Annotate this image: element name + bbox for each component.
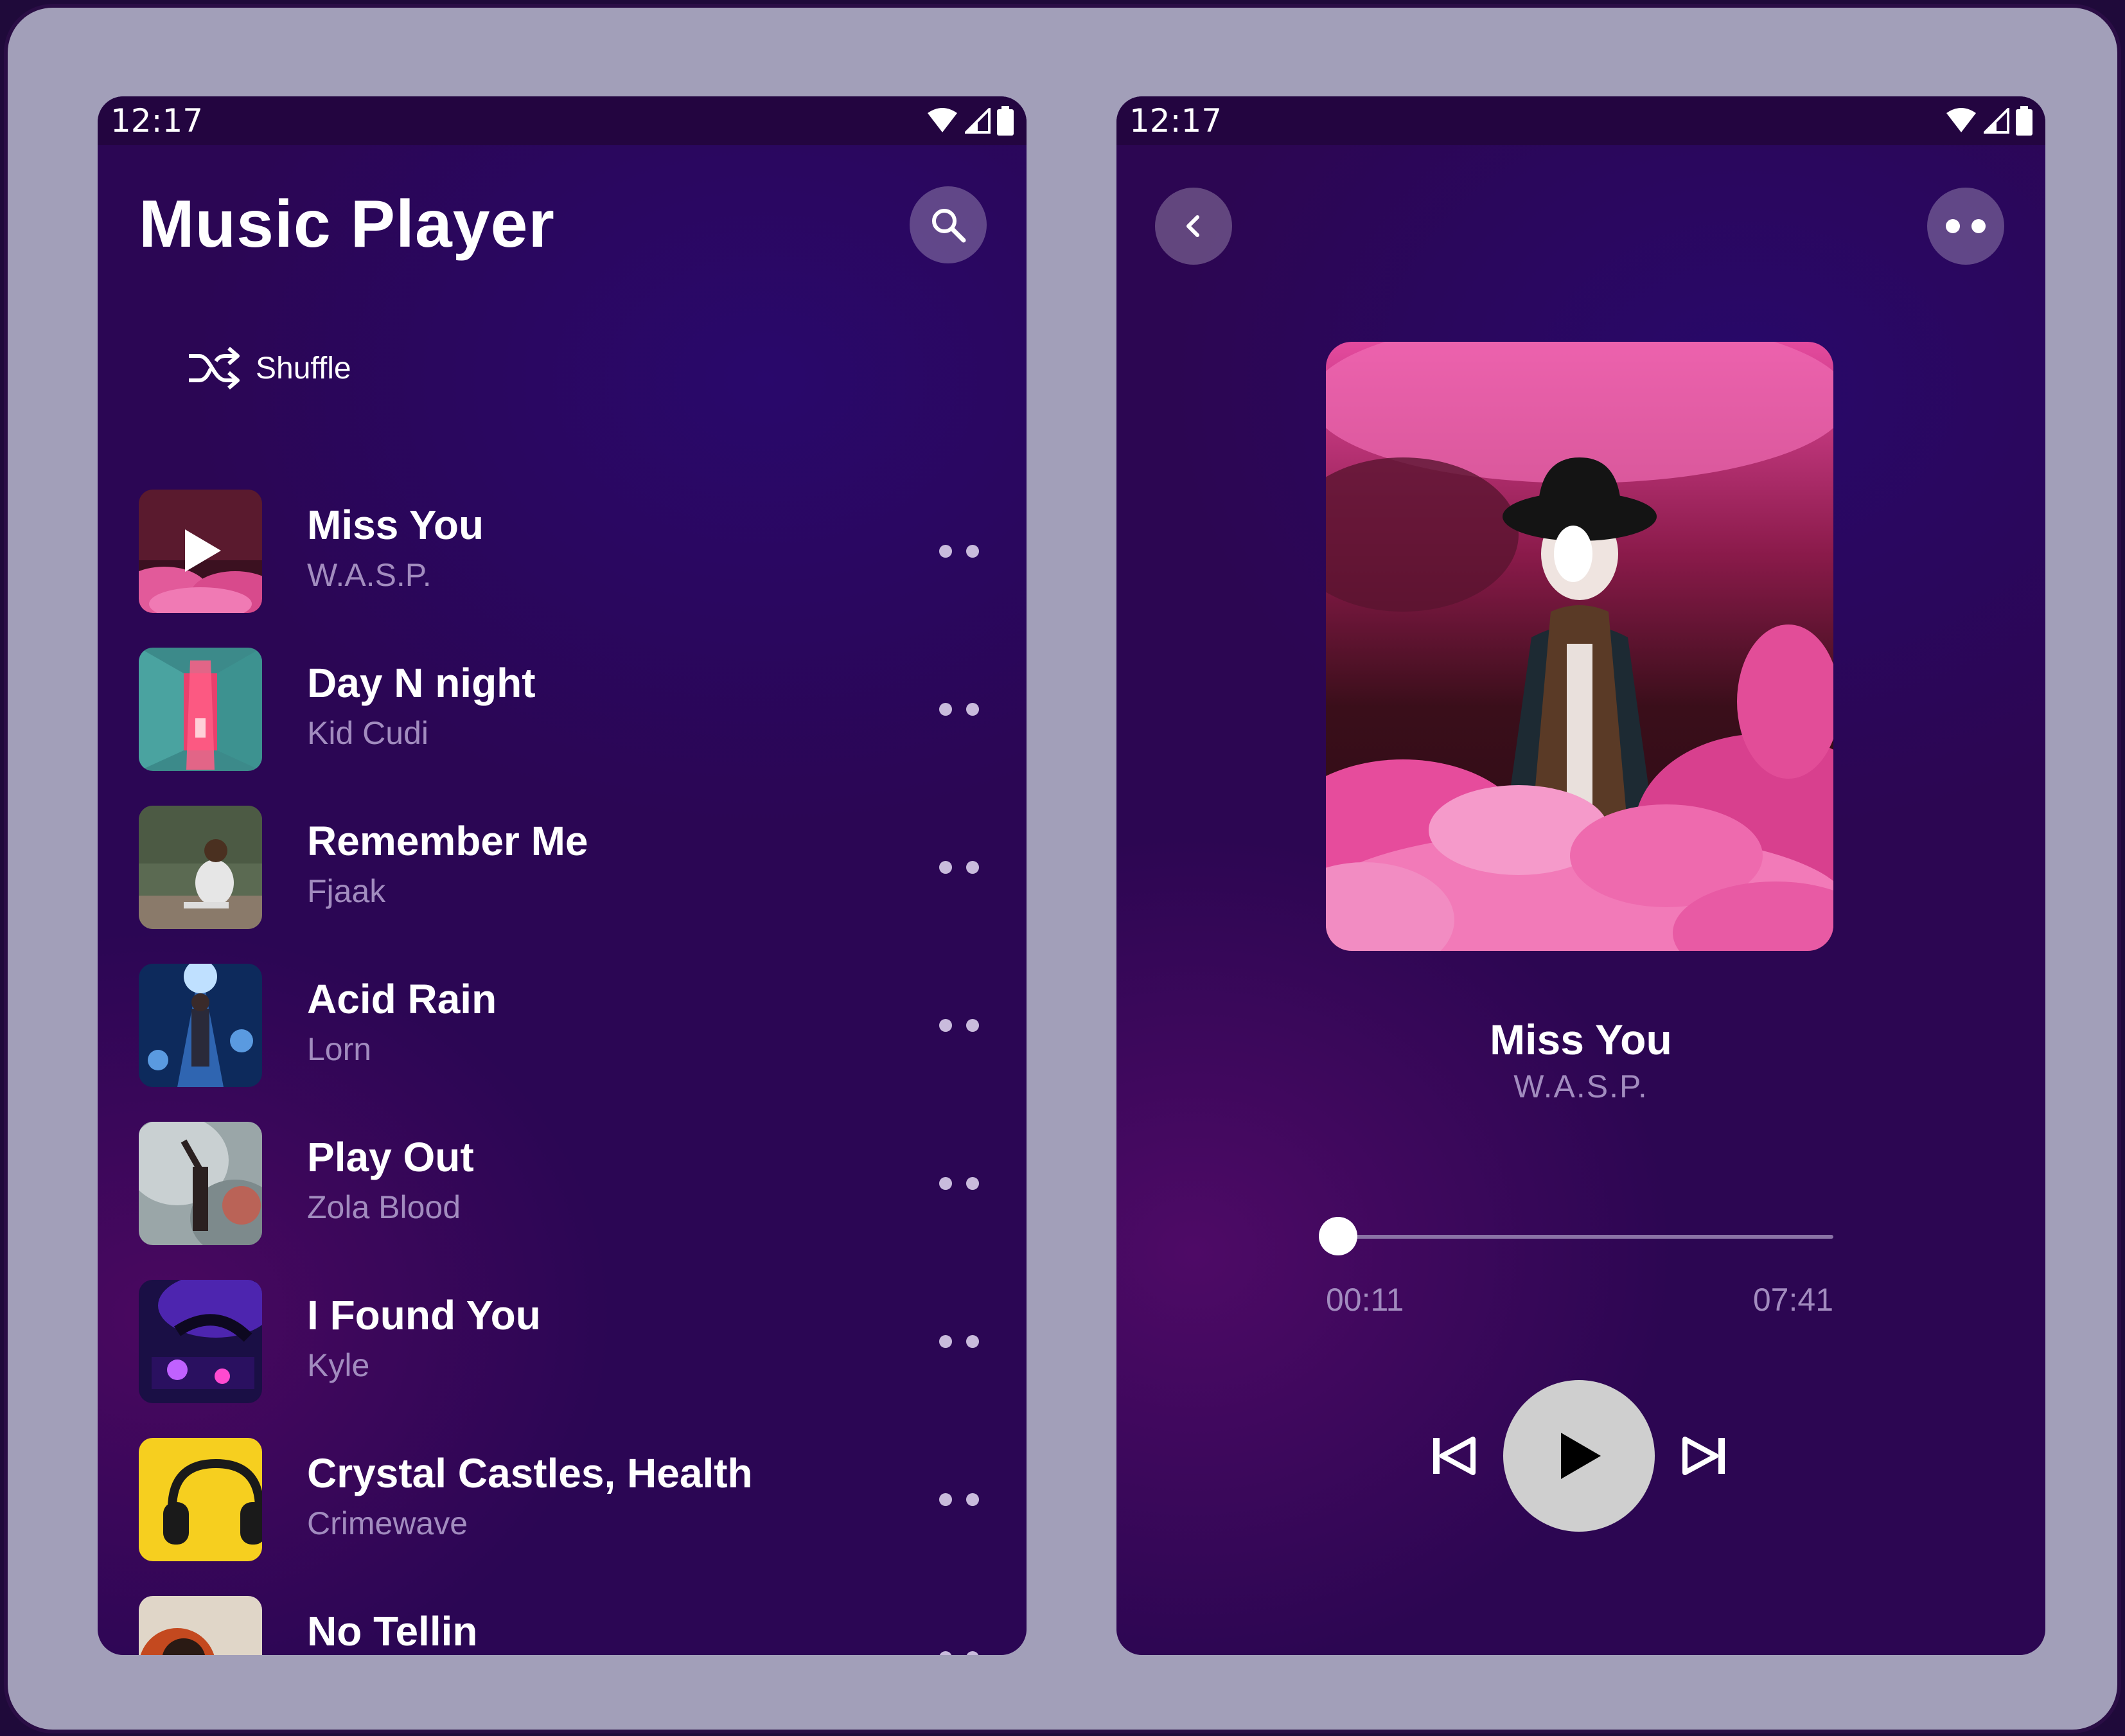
more-options-button[interactable] — [934, 1643, 985, 1655]
search-icon — [932, 209, 966, 243]
song-artist: Kyle — [307, 1347, 370, 1383]
song-title: Play Out — [307, 1134, 474, 1180]
song-title: Remember Me — [307, 818, 588, 864]
more-options-button[interactable] — [934, 695, 985, 723]
total-time: 07:41 — [1752, 1282, 1833, 1318]
now-playing-artist: W.A.S.P. — [1513, 1068, 1648, 1104]
more-icon — [1946, 219, 1986, 233]
progress-handle[interactable] — [1318, 1217, 1357, 1255]
song-artist: Fjaak — [307, 873, 386, 909]
chevron-left-icon — [1186, 215, 1199, 237]
album-thumbnail — [139, 964, 262, 1087]
shuffle-label: Shuffle — [256, 351, 351, 385]
song-title: Acid Rain — [307, 976, 497, 1022]
album-thumbnail — [139, 1438, 262, 1561]
shuffle-button[interactable]: Shuffle — [186, 346, 351, 391]
list-item[interactable]: Miss You W.A.S.P. — [139, 490, 985, 648]
play-button[interactable] — [1503, 1380, 1655, 1532]
cellular-signal-icon — [1984, 108, 2009, 134]
list-item[interactable]: Play Out Zola Blood — [139, 1122, 985, 1280]
more-options-button[interactable] — [934, 1169, 985, 1198]
status-icons — [1945, 106, 2032, 136]
list-item[interactable]: No Tellin — [139, 1596, 985, 1655]
more-options-button[interactable] — [934, 1011, 985, 1040]
song-list: Miss You W.A.S.P. Day N night Kid Cudi R… — [139, 490, 985, 1655]
previous-button[interactable] — [1421, 1424, 1485, 1488]
list-item[interactable]: I Found You Kyle — [139, 1280, 985, 1438]
battery-icon — [997, 106, 1014, 136]
shuffle-icon — [189, 346, 240, 390]
search-button[interactable] — [910, 186, 987, 263]
now-playing-title: Miss You — [1490, 1016, 1672, 1063]
more-options-button[interactable] — [934, 853, 985, 881]
list-item[interactable]: Day N night Kid Cudi — [139, 648, 985, 806]
song-list-screen: 12:17 Music Player Shuffle Miss You W.A.… — [98, 96, 1027, 1655]
page-title: Music Player — [139, 187, 555, 261]
status-bar: 12:17 — [98, 96, 1027, 145]
more-options-button[interactable] — [934, 1327, 985, 1356]
skip-previous-icon — [1433, 1437, 1476, 1475]
album-thumbnail — [139, 1280, 262, 1403]
album-thumbnail — [139, 1596, 262, 1655]
more-options-button[interactable] — [1927, 188, 2004, 265]
song-artist: Zola Blood — [307, 1189, 461, 1225]
song-title: Day N night — [307, 660, 536, 706]
song-title: Miss You — [307, 502, 484, 548]
status-icons — [926, 106, 1014, 136]
list-item[interactable]: Remember Me Fjaak — [139, 806, 985, 964]
song-title: Crystal Castles, Health — [307, 1450, 753, 1496]
next-button[interactable] — [1673, 1424, 1737, 1488]
status-bar: 12:17 — [1116, 96, 2045, 145]
cellular-signal-icon — [965, 108, 991, 134]
album-thumbnail — [139, 1122, 262, 1245]
play-icon — [1561, 1433, 1601, 1479]
song-artist: W.A.S.P. — [307, 557, 432, 593]
song-title: No Tellin — [307, 1608, 478, 1654]
status-time: 12:17 — [110, 102, 204, 139]
skip-next-icon — [1682, 1437, 1725, 1475]
elapsed-time: 00:11 — [1326, 1282, 1404, 1318]
album-thumbnail — [139, 490, 262, 613]
album-thumbnail — [139, 648, 262, 771]
more-options-button[interactable] — [934, 1485, 985, 1514]
song-title: I Found You — [307, 1292, 541, 1338]
list-item[interactable]: Crystal Castles, Health Crimewave — [139, 1438, 985, 1596]
song-artist: Kid Cudi — [307, 715, 428, 751]
device-frame: 12:17 Music Player Shuffle Miss You W.A.… — [4, 4, 2121, 1733]
status-time: 12:17 — [1129, 102, 1222, 139]
album-art — [1326, 342, 1833, 951]
list-item[interactable]: Acid Rain Lorn — [139, 964, 985, 1122]
progress-slider[interactable] — [1326, 1235, 1833, 1239]
wifi-icon — [928, 108, 957, 132]
song-artist: Crimewave — [307, 1505, 468, 1541]
song-artist: Lorn — [307, 1031, 372, 1067]
more-options-button[interactable] — [934, 537, 985, 565]
album-thumbnail — [139, 806, 262, 929]
now-playing-screen: 12:17 Miss You W.A.S.P. 00:11 07:41 — [1116, 96, 2045, 1655]
battery-icon — [2016, 106, 2032, 136]
wifi-icon — [1946, 108, 1976, 132]
back-button[interactable] — [1155, 188, 1232, 265]
